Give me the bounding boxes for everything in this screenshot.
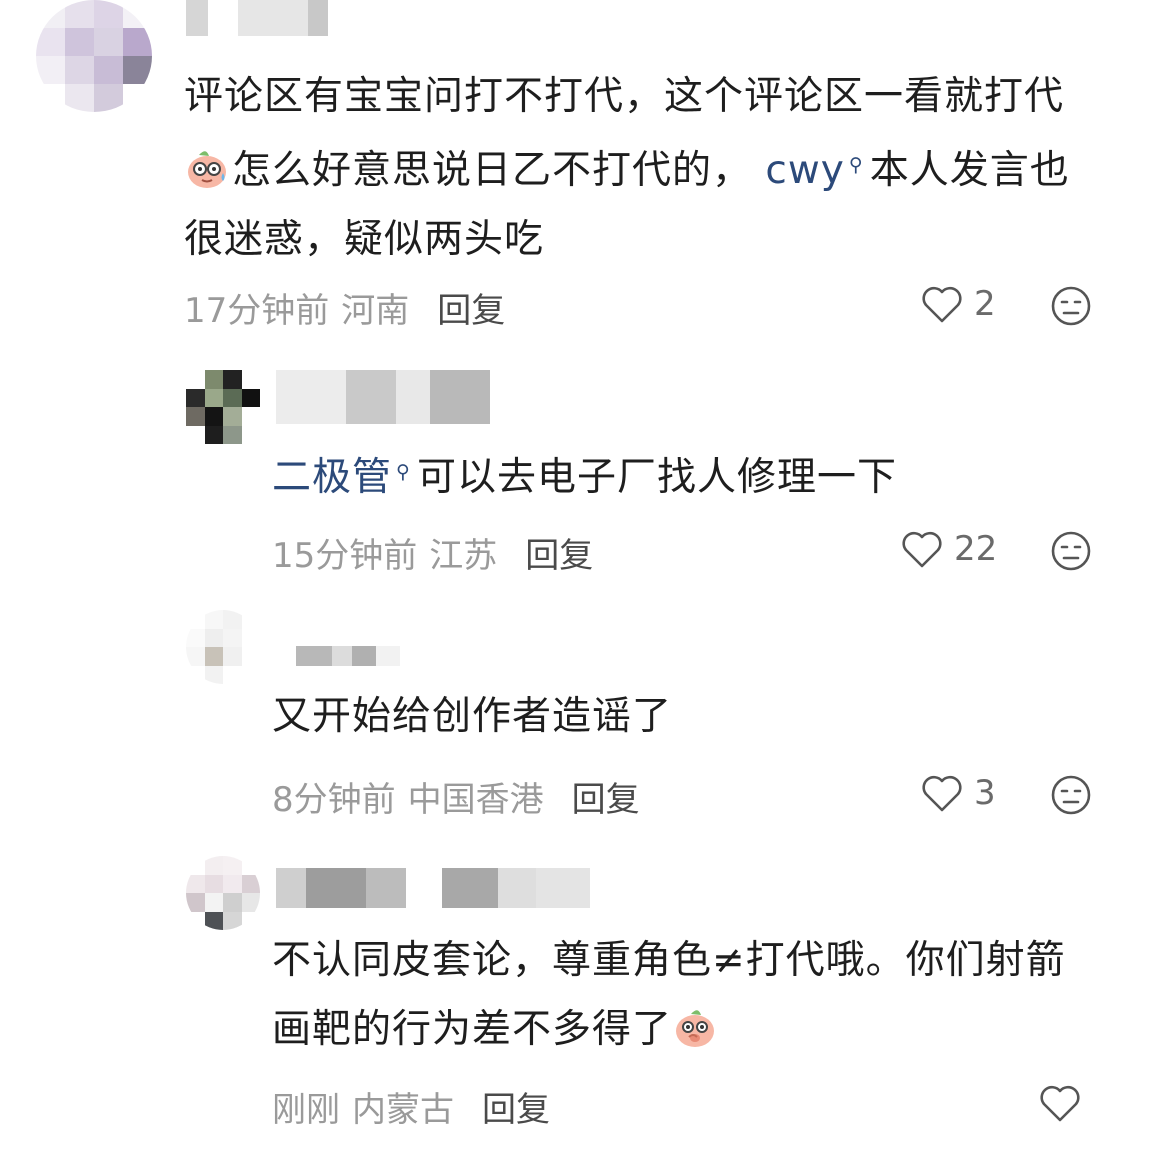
peach-shy-emoji-icon — [672, 1003, 718, 1049]
unhappy-face-icon[interactable] — [1050, 285, 1092, 327]
region: 内蒙古 — [352, 1090, 454, 1130]
heart-outline-icon — [1040, 1085, 1080, 1122]
avatar[interactable] — [186, 370, 260, 444]
avatar[interactable] — [186, 856, 260, 930]
comment-body: 又开始给创作者造谣了 — [272, 694, 673, 739]
peach-sweat-emoji-icon — [184, 144, 230, 190]
username[interactable] — [186, 0, 348, 36]
comment-meta: 17分钟前 河南 回复 — [184, 283, 505, 332]
timestamp: 8分钟前 — [272, 780, 396, 820]
like-button[interactable]: 3 — [920, 773, 996, 813]
region: 中国香港 — [407, 780, 544, 820]
search-icon: ⚲ — [848, 154, 864, 176]
comment-thread: 评论区有宝宝问打不打代，这个评论区一看就打代 怎么好意思说日乙不打代的， cwy… — [0, 0, 1156, 1155]
heart-outline-icon — [922, 286, 962, 323]
timestamp: 15分钟前 — [272, 536, 418, 576]
heart-outline-icon — [922, 775, 962, 812]
comment-meta: 8分钟前 中国香港 回复 — [272, 772, 640, 821]
comment-body: 不认同皮套论，尊重角色≠打代哦。你们射箭 画靶的行为差不多得了 — [272, 938, 1066, 1052]
mention-link[interactable]: 二极管 — [272, 455, 392, 500]
comment-body: 二极管 ⚲ 可以去电子厂找人修理一下 — [272, 438, 897, 512]
like-button[interactable] — [1038, 1083, 1092, 1123]
search-icon: ⚲ — [396, 461, 411, 483]
timestamp: 17分钟前 — [184, 291, 330, 331]
reply-button[interactable]: 回复 — [482, 1082, 550, 1131]
like-button[interactable]: 22 — [900, 529, 997, 569]
like-button[interactable]: 2 — [920, 284, 996, 324]
region: 河南 — [341, 291, 410, 331]
username[interactable] — [296, 646, 400, 666]
region: 江苏 — [429, 536, 498, 576]
unhappy-face-icon[interactable] — [1050, 774, 1092, 816]
username[interactable] — [276, 370, 490, 424]
comment-body: 评论区有宝宝问打不打代，这个评论区一看就打代 怎么好意思说日乙不打代的， cwy… — [184, 74, 1070, 262]
username[interactable] — [276, 868, 590, 908]
reply-button[interactable]: 回复 — [525, 528, 593, 577]
comment-meta: 刚刚 内蒙古 回复 — [272, 1082, 550, 1131]
heart-outline-icon — [902, 531, 942, 568]
like-count: 22 — [954, 529, 998, 569]
like-count: 3 — [974, 773, 996, 813]
reply-button[interactable]: 回复 — [572, 772, 640, 821]
like-count: 2 — [974, 284, 996, 324]
comment-meta: 15分钟前 江苏 回复 — [272, 528, 593, 577]
unhappy-face-icon[interactable] — [1050, 530, 1092, 572]
avatar[interactable] — [36, 0, 152, 112]
mention-link[interactable]: cwy — [765, 148, 844, 193]
reply-button[interactable]: 回复 — [437, 283, 505, 332]
timestamp: 刚刚 — [272, 1090, 340, 1130]
avatar[interactable] — [186, 610, 260, 684]
